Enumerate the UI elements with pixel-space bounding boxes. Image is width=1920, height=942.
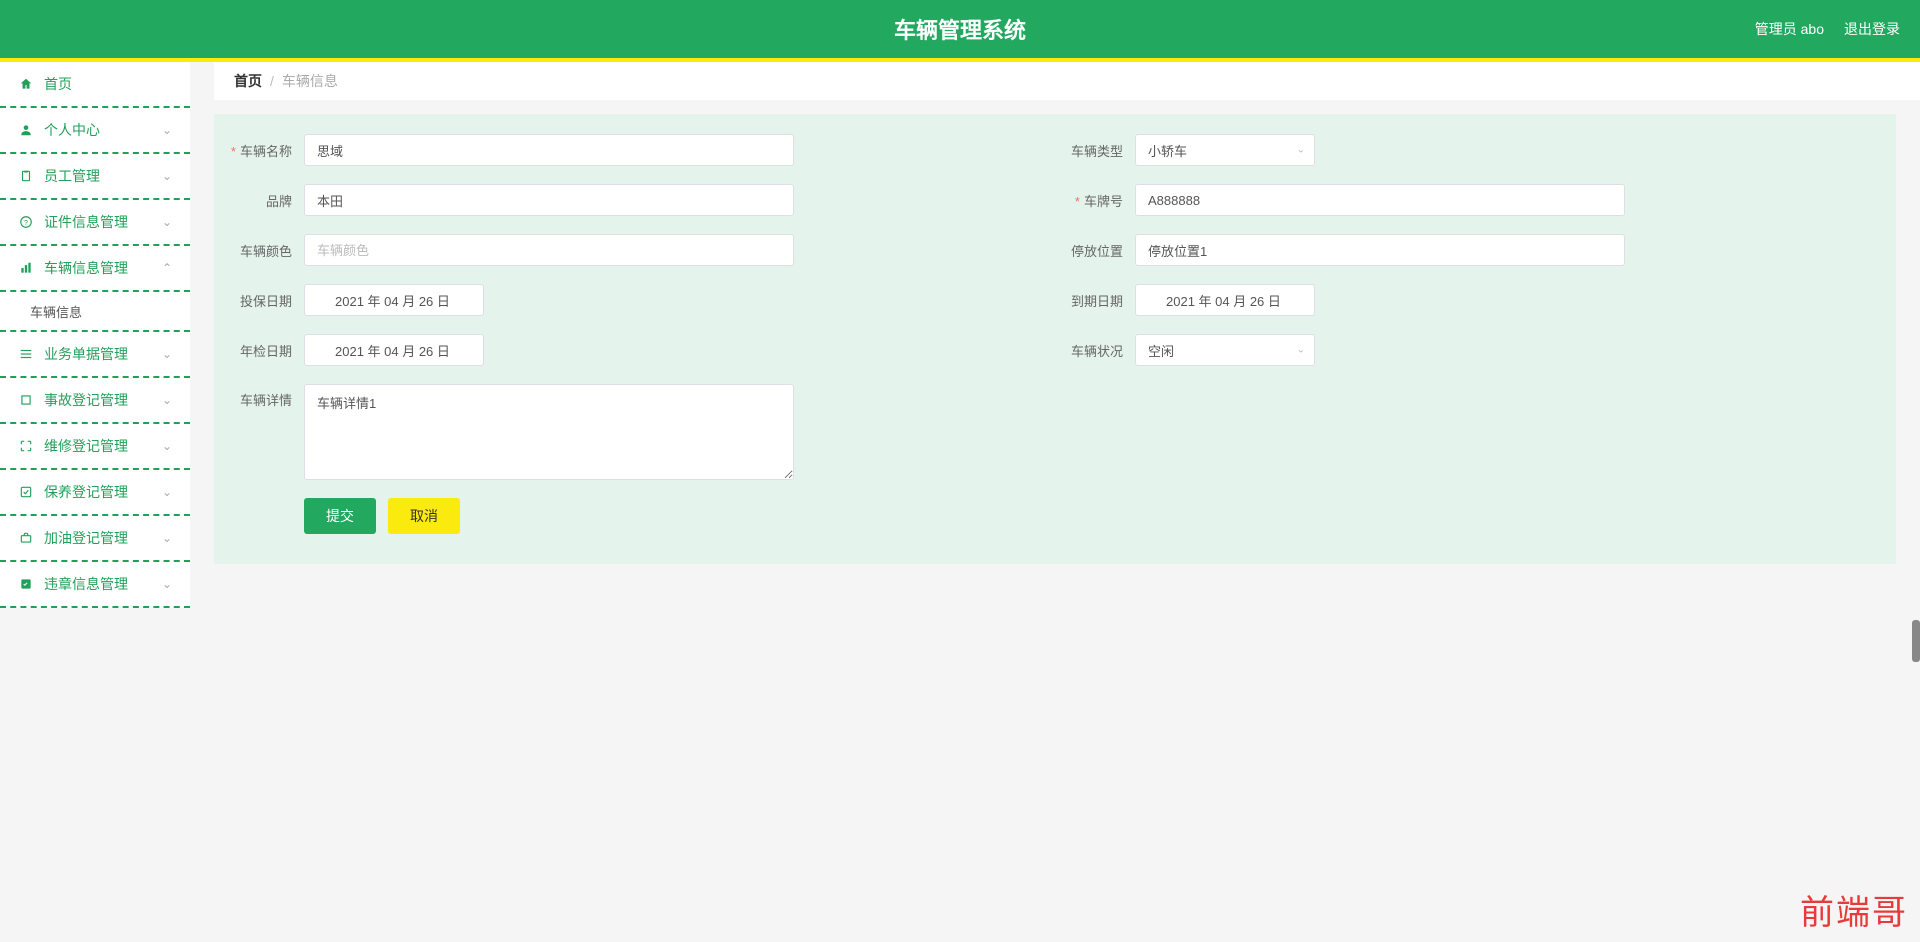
sidebar-item-label: 员工管理: [44, 166, 162, 186]
sidebar-item-personal[interactable]: 个人中心 ⌄: [0, 108, 190, 154]
sidebar-item-label: 维修登记管理: [44, 436, 162, 456]
sidebar-item-label: 个人中心: [44, 120, 162, 140]
app-header: 车辆管理系统 管理员 abo 退出登录: [0, 0, 1920, 62]
sidebar-item-fuel[interactable]: 加油登记管理 ⌄: [0, 516, 190, 562]
check-square-icon: [18, 484, 34, 500]
sidebar-item-cert[interactable]: ? 证件信息管理 ⌄: [0, 200, 190, 246]
bar-chart-icon: [18, 260, 34, 276]
chevron-down-icon: ⌄: [162, 169, 172, 183]
check-list-icon: [18, 576, 34, 592]
sidebar-item-label: 保养登记管理: [44, 482, 162, 502]
cancel-button[interactable]: 取消: [388, 498, 460, 534]
sidebar-item-label: 业务单据管理: [44, 344, 162, 364]
sidebar-item-staff[interactable]: 员工管理 ⌄: [0, 154, 190, 200]
sidebar-item-business[interactable]: 业务单据管理 ⌄: [0, 332, 190, 378]
sidebar-item-repair[interactable]: 维修登记管理 ⌄: [0, 424, 190, 470]
sidebar-item-label: 违章信息管理: [44, 574, 162, 594]
header-right: 管理员 abo 退出登录: [1755, 19, 1900, 39]
scrollbar-indicator: [1912, 620, 1920, 662]
chevron-down-icon: ⌄: [162, 215, 172, 229]
vehicle-type-select[interactable]: [1135, 134, 1315, 166]
sidebar-item-label: 加油登记管理: [44, 528, 162, 548]
sidebar-item-label: 事故登记管理: [44, 390, 162, 410]
sidebar-item-violation[interactable]: 违章信息管理 ⌄: [0, 562, 190, 608]
expand-icon: [18, 438, 34, 454]
sidebar-item-home[interactable]: 首页: [0, 62, 190, 108]
chevron-down-icon: ⌄: [162, 393, 172, 407]
status-label: 车辆状况: [1055, 341, 1135, 360]
breadcrumb-home[interactable]: 首页: [234, 71, 262, 91]
insure-date-input[interactable]: [304, 284, 484, 316]
help-icon: ?: [18, 214, 34, 230]
sidebar-item-vehicle[interactable]: 车辆信息管理 ⌃: [0, 246, 190, 292]
chevron-down-icon: ⌄: [162, 531, 172, 545]
app-title: 车辆管理系统: [894, 13, 1026, 45]
chevron-down-icon: ⌄: [162, 123, 172, 137]
brand-input[interactable]: [304, 184, 794, 216]
logout-link[interactable]: 退出登录: [1844, 19, 1900, 39]
sidebar-item-maintain[interactable]: 保养登记管理 ⌄: [0, 470, 190, 516]
sidebar-item-accident[interactable]: 事故登记管理 ⌄: [0, 378, 190, 424]
insure-date-label: 投保日期: [224, 291, 304, 310]
vehicle-name-label: 车辆名称: [224, 141, 304, 160]
plate-label: 车牌号: [1055, 191, 1135, 210]
button-row: 提交 取消: [224, 498, 1886, 534]
sidebar-item-label: 首页: [44, 74, 172, 94]
park-label: 停放位置: [1055, 241, 1135, 260]
sidebar-item-label: 车辆信息管理: [44, 258, 162, 278]
user-icon: [18, 122, 34, 138]
expire-date-input[interactable]: [1135, 284, 1315, 316]
main-content: 首页 / 车辆信息 车辆名称 车辆类型 ⌄: [190, 62, 1920, 608]
chevron-up-icon: ⌃: [162, 261, 172, 275]
submit-button[interactable]: 提交: [304, 498, 376, 534]
park-input[interactable]: [1135, 234, 1625, 266]
chevron-down-icon: ⌄: [162, 577, 172, 591]
breadcrumb: 首页 / 车辆信息: [214, 62, 1920, 100]
form-panel: 车辆名称 车辆类型 ⌄ 品牌 车牌号: [214, 114, 1896, 564]
inspect-date-label: 年检日期: [224, 341, 304, 360]
vehicle-name-input[interactable]: [304, 134, 794, 166]
svg-text:?: ?: [24, 220, 28, 227]
home-icon: [18, 76, 34, 92]
status-select[interactable]: [1135, 334, 1315, 366]
chevron-down-icon: ⌄: [162, 485, 172, 499]
crop-icon: [18, 392, 34, 408]
sidebar-item-label: 证件信息管理: [44, 212, 162, 232]
breadcrumb-separator: /: [270, 73, 274, 89]
chevron-down-icon: ⌄: [162, 439, 172, 453]
watermark-text: 前端哥: [1800, 885, 1908, 934]
inspect-date-input[interactable]: [304, 334, 484, 366]
vehicle-type-label: 车辆类型: [1055, 141, 1135, 160]
user-label[interactable]: 管理员 abo: [1755, 19, 1824, 39]
sidebar: 首页 个人中心 ⌄ 员工管理 ⌄ ? 证件信息管理 ⌄ 车辆信息管理 ⌃ 车辆信…: [0, 62, 190, 608]
plate-input[interactable]: [1135, 184, 1625, 216]
sidebar-subitem-vehicle-info[interactable]: 车辆信息: [0, 292, 190, 332]
clipboard-icon: [18, 168, 34, 184]
chevron-down-icon: ⌄: [162, 347, 172, 361]
color-label: 车辆颜色: [224, 241, 304, 260]
detail-textarea[interactable]: [304, 384, 794, 480]
breadcrumb-current: 车辆信息: [282, 71, 338, 91]
menu-icon: [18, 346, 34, 362]
briefcase-icon: [18, 530, 34, 546]
detail-label: 车辆详情: [224, 384, 304, 409]
color-input[interactable]: [304, 234, 794, 266]
brand-label: 品牌: [224, 191, 304, 210]
expire-date-label: 到期日期: [1055, 291, 1135, 310]
